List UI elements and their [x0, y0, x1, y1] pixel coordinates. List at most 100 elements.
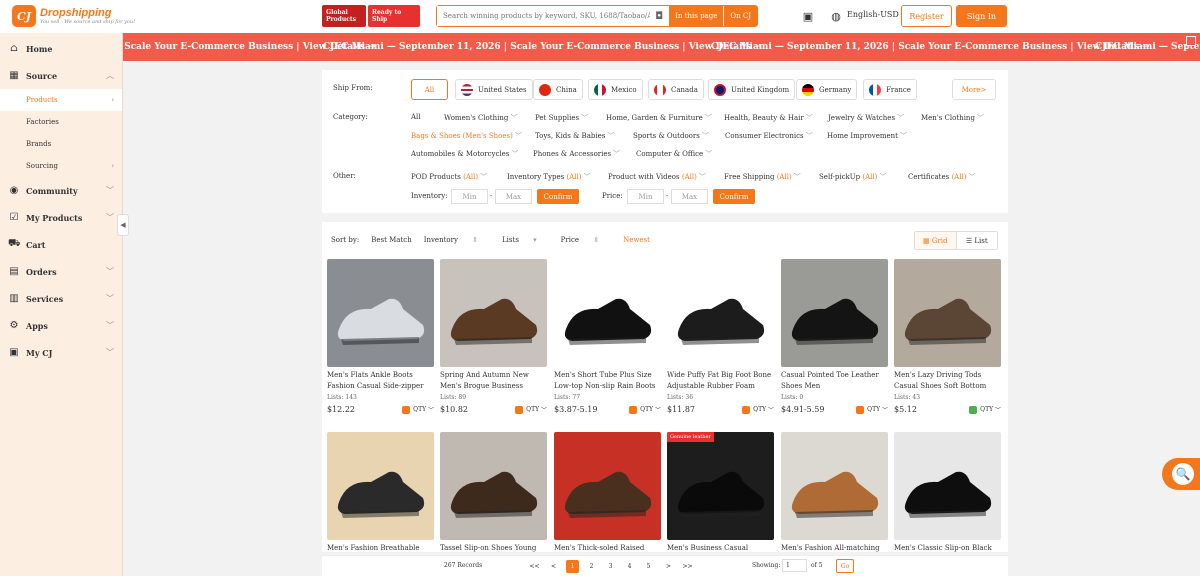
qty-selector[interactable]: QTY ﹀ — [742, 405, 774, 414]
sidebar-sub-products[interactable]: Products › — [0, 89, 122, 111]
category-toys-kids[interactable]: Toys, Kids & Babies ﹀ — [535, 131, 614, 141]
product-image[interactable] — [667, 259, 774, 367]
ship-from-france[interactable]: France — [863, 79, 917, 100]
filter-product-videos[interactable]: Product with Videos (All) ﹀ — [608, 172, 706, 182]
sidebar-item-orders[interactable]: ▤ Orders ﹀ — [0, 258, 122, 285]
floating-help-button[interactable]: 🔍 — [1162, 458, 1200, 490]
product-name[interactable]: Men's Flats Ankle Boots Fashion Casual S… — [327, 370, 434, 392]
category-home-improvement[interactable]: Home Improvement ﹀ — [827, 131, 907, 141]
product-image[interactable] — [554, 432, 661, 540]
first-page-button[interactable]: << — [528, 560, 541, 573]
inventory-confirm-button[interactable]: Confirm — [537, 189, 579, 204]
list-view-button[interactable]: ☰ List — [957, 232, 998, 249]
product-image[interactable] — [327, 432, 434, 540]
product-card[interactable]: Casual Pointed Toe Leather Shoes Men List… — [781, 259, 888, 414]
category-womens-clothing[interactable]: Women's Clothing ﹀ — [444, 113, 517, 123]
category-pet-supplies[interactable]: Pet Supplies ﹀ — [535, 113, 588, 123]
filter-free-shipping[interactable]: Free Shipping (All) ﹀ — [724, 172, 801, 182]
product-name[interactable]: Men's Business Casual Hollow — [667, 543, 774, 552]
qty-selector[interactable]: QTY ﹀ — [402, 405, 434, 414]
category-all[interactable]: All — [411, 113, 421, 121]
ship-from-united-kingdom[interactable]: United Kingdom — [708, 79, 796, 100]
product-name[interactable]: Spring And Autumn New Men's Brogue Busin… — [440, 370, 547, 392]
sidebar-item-my-products[interactable]: ☑ My Products ﹀ — [0, 204, 122, 231]
page-5-button[interactable]: 5 — [642, 560, 655, 573]
sidebar-item-services[interactable]: ▥ Services ﹀ — [0, 285, 122, 312]
next-page-button[interactable]: > — [662, 560, 675, 573]
sign-in-button[interactable]: Sign In — [956, 5, 1007, 27]
qty-selector[interactable]: QTY ﹀ — [515, 405, 547, 414]
category-computer-office[interactable]: Computer & Office ﹀ — [636, 149, 712, 159]
ship-from-all[interactable]: All — [411, 79, 448, 100]
camera-icon[interactable]: ◘ — [650, 6, 668, 26]
category-phones[interactable]: Phones & Accessories ﹀ — [533, 149, 620, 159]
product-card[interactable]: Men's Fashion All-matching — [781, 432, 888, 552]
sidebar-item-my-cj[interactable]: ▣ My CJ ﹀ — [0, 339, 122, 366]
prev-page-button[interactable]: < — [547, 560, 560, 573]
sidebar-item-community[interactable]: ◉ Community ﹀ — [0, 177, 122, 204]
qty-selector[interactable]: QTY ﹀ — [856, 405, 888, 414]
search-in-page-button[interactable]: In this page — [668, 6, 724, 26]
search-on-cj-button[interactable]: On CJ — [723, 6, 757, 26]
product-name[interactable]: Men's Lazy Driving Tods Casual Shoes Sof… — [894, 370, 1001, 392]
price-min-input[interactable]: Min — [627, 189, 664, 204]
product-name[interactable]: Men's Classic Slip-on Black — [894, 543, 1001, 552]
more-countries-button[interactable]: More> — [952, 79, 996, 100]
product-card[interactable]: Men's Flats Ankle Boots Fashion Casual S… — [327, 259, 434, 414]
sidebar-collapse-toggle[interactable]: ◀ — [117, 214, 129, 236]
product-image[interactable] — [554, 259, 661, 367]
last-page-button[interactable]: >> — [681, 560, 694, 573]
product-name[interactable]: Men's Short Tube Plus Size Low-top Non-s… — [554, 370, 661, 392]
product-name[interactable]: Tassel Slip-on Shoes Young Men — [440, 543, 547, 552]
page-1-button[interactable]: 1 — [566, 560, 579, 573]
category-consumer-electronics[interactable]: Consumer Electronics ﹀ — [725, 131, 813, 141]
sidebar-sub-factories[interactable]: Factories — [0, 111, 122, 133]
product-name[interactable]: Men's Thick-soled Raised Round — [554, 543, 661, 552]
price-max-input[interactable]: Max — [671, 189, 708, 204]
product-name[interactable]: Men's Fashion All-matching — [781, 543, 888, 552]
qty-selector[interactable]: QTY ﹀ — [629, 405, 661, 414]
ship-from-canada[interactable]: Canada — [648, 79, 704, 100]
product-name[interactable]: Casual Pointed Toe Leather Shoes Men — [781, 370, 888, 392]
sort-inventory[interactable]: Inventory ⇕ — [424, 236, 490, 244]
sidebar-item-home[interactable]: ⌂ Home — [0, 35, 122, 62]
category-health-beauty[interactable]: Health, Beauty & Hair ﹀ — [724, 113, 813, 123]
product-card[interactable]: Men's Short Tube Plus Size Low-top Non-s… — [554, 259, 661, 414]
sort-newest[interactable]: Newest — [623, 236, 650, 244]
product-image[interactable] — [781, 432, 888, 540]
filter-pod-products[interactable]: POD Products (All) ﹀ — [411, 172, 487, 182]
category-automobiles[interactable]: Automobiles & Motorcycles ﹀ — [411, 149, 518, 159]
ship-from-mexico[interactable]: Mexico — [588, 79, 643, 100]
product-image[interactable] — [781, 259, 888, 367]
sidebar-sub-sourcing[interactable]: Sourcing › — [0, 155, 122, 177]
page-3-button[interactable]: 3 — [604, 560, 617, 573]
product-image[interactable] — [440, 432, 547, 540]
filter-certificates[interactable]: Certificates (All) ﹀ — [908, 172, 975, 182]
category-home-garden[interactable]: Home, Garden & Furniture ﹀ — [606, 113, 712, 123]
price-confirm-button[interactable]: Confirm — [713, 189, 755, 204]
product-card[interactable]: Tassel Slip-on Shoes Young Men — [440, 432, 547, 552]
product-card[interactable]: Men's Lazy Driving Tods Casual Shoes Sof… — [894, 259, 1001, 414]
product-card[interactable]: Wide Puffy Fat Big Foot Bone Adjustable … — [667, 259, 774, 414]
sidebar-item-apps[interactable]: ⚙ Apps ﹀ — [0, 312, 122, 339]
product-image[interactable] — [440, 259, 547, 367]
ship-from-china[interactable]: China — [533, 79, 583, 100]
category-mens-clothing[interactable]: Men's Clothing ﹀ — [921, 113, 984, 123]
product-card[interactable]: Men's Classic Slip-on Black — [894, 432, 1001, 552]
ship-from-germany[interactable]: Germany — [796, 79, 858, 100]
product-card[interactable]: Genuine leather Men's Business Casual Hol… — [667, 432, 774, 552]
page-number-input[interactable]: 1 — [782, 559, 807, 572]
sidebar-item-cart[interactable]: ⛟ Cart — [0, 231, 122, 258]
ticker-close-box[interactable] — [1186, 36, 1196, 46]
grid-view-button[interactable]: ▦ Grid — [915, 232, 957, 249]
page-4-button[interactable]: 4 — [623, 560, 636, 573]
product-card[interactable]: Men's Fashion Breathable Casual — [327, 432, 434, 552]
sort-price[interactable]: Price ⇕ — [561, 236, 611, 244]
filter-self-pickup[interactable]: Self-pickUp (All) ﹀ — [819, 172, 886, 182]
ready-to-ship-button[interactable]: Ready to Ship — [368, 5, 420, 27]
product-image[interactable]: Genuine leather — [667, 432, 774, 540]
video-icon[interactable]: ▣ — [801, 9, 815, 23]
page-2-button[interactable]: 2 — [585, 560, 598, 573]
logo[interactable]: CJ Dropshipping You sell - We source and… — [12, 5, 135, 27]
sidebar-sub-brands[interactable]: Brands — [0, 133, 122, 155]
